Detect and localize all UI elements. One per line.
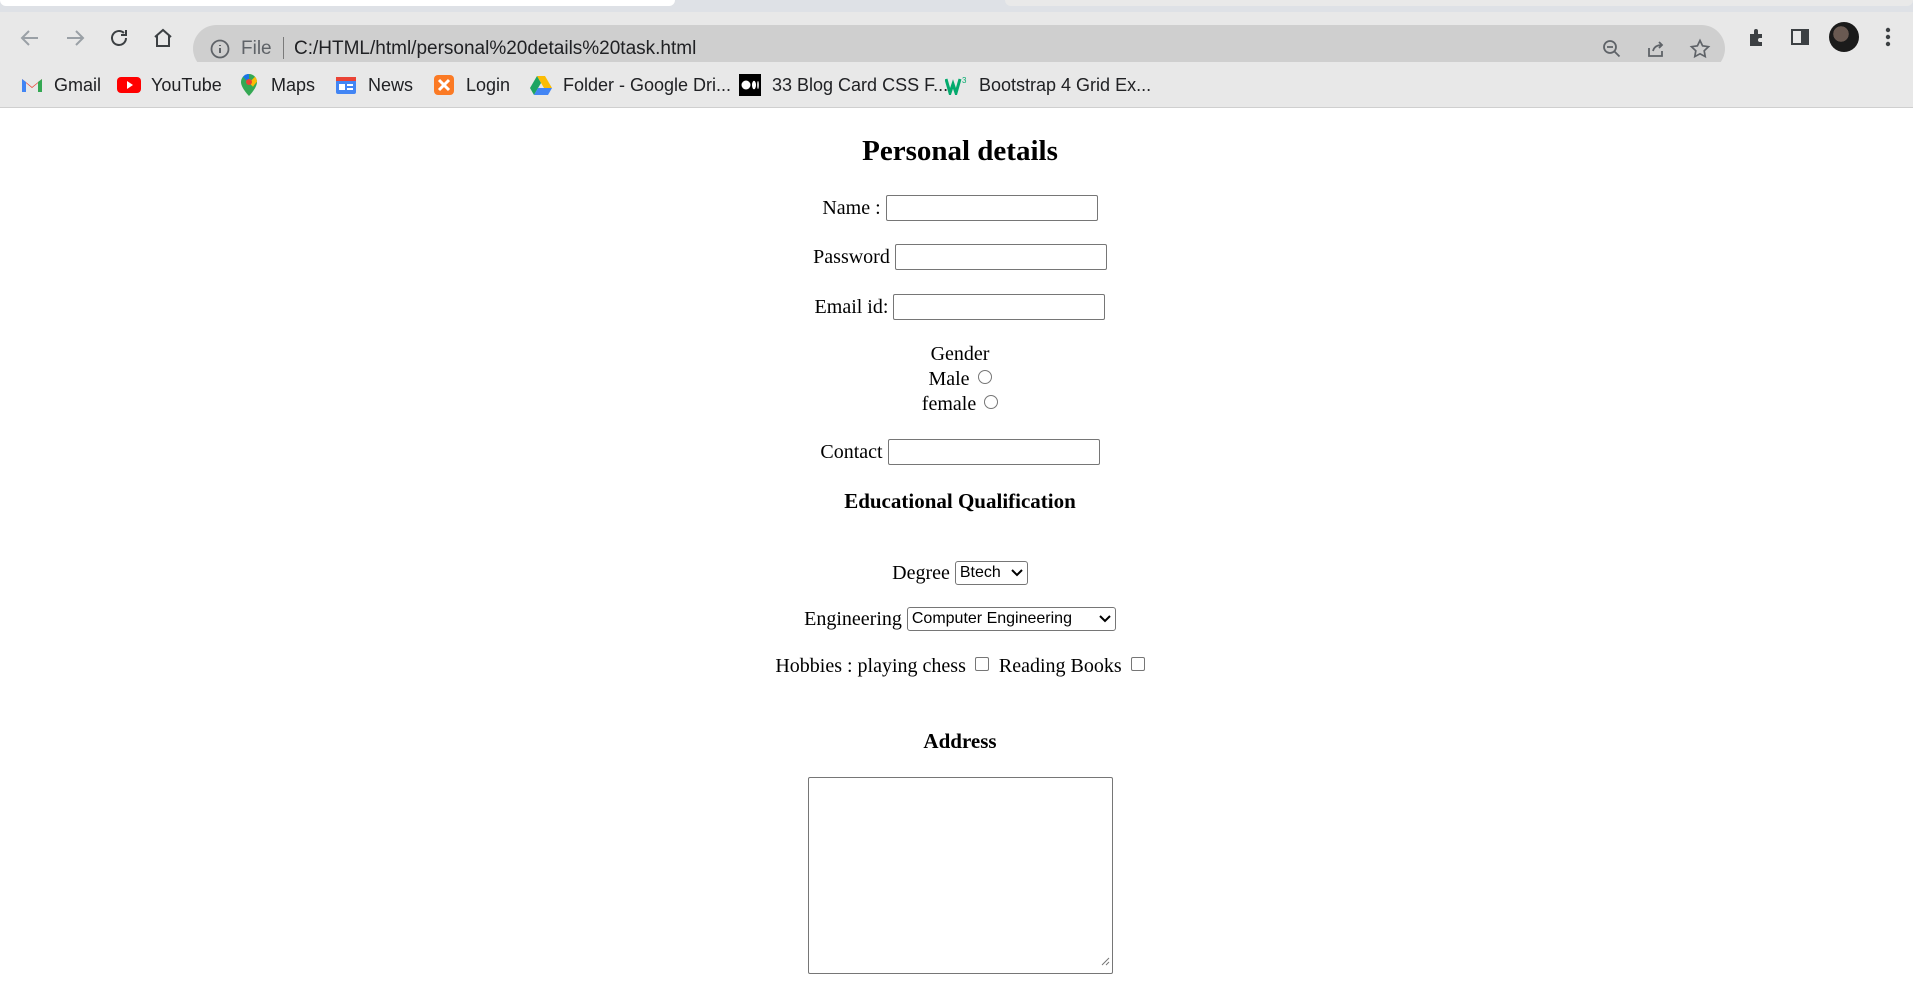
male-row: Male [0, 368, 1913, 391]
browser-toolbar: File C:/HTML/html/personal%20details%20t… [0, 12, 1913, 72]
reading-label: Reading Books [998, 655, 1122, 677]
engineering-selected-value: Computer Engineering [911, 610, 1072, 627]
bookmark-google-drive[interactable]: Folder - Google Dri... [529, 72, 731, 98]
bookmark-label: News [368, 74, 414, 95]
gender-heading-row: Gender [0, 343, 1913, 366]
contact-label: Contact [820, 440, 883, 463]
bookmark-login[interactable]: Login [432, 72, 510, 98]
degree-label: Degree [892, 561, 950, 584]
email-row: Email id: [0, 294, 1913, 320]
engineering-label: Engineering [804, 607, 902, 630]
medium-icon [738, 73, 762, 97]
bookmark-label: Gmail [54, 74, 102, 95]
url-text[interactable]: C:/HTML/html/personal%20details%20task.h… [294, 38, 696, 60]
bookmark-label: Login [466, 74, 511, 95]
female-label: female [921, 393, 977, 415]
side-panel-icon[interactable] [1787, 24, 1813, 50]
xampp-icon [432, 73, 456, 97]
menu-kebab-icon[interactable] [1875, 24, 1901, 50]
address-heading: Address [923, 729, 997, 753]
bookmark-blog-card[interactable]: 33 Blog Card CSS F... [738, 72, 948, 98]
email-label: Email id: [814, 295, 889, 318]
bookmark-label: Folder - Google Dri... [563, 74, 732, 95]
bookmark-maps[interactable]: Maps [237, 72, 315, 98]
divider [283, 37, 284, 59]
gmail-icon [20, 73, 44, 97]
password-label: Password [813, 245, 890, 268]
password-row: Password [0, 244, 1913, 270]
bookmark-youtube[interactable]: YouTube [117, 72, 222, 98]
share-icon[interactable] [1644, 37, 1668, 61]
svg-text:3: 3 [962, 76, 967, 85]
profile-avatar[interactable] [1829, 22, 1859, 52]
home-icon [154, 28, 172, 47]
contact-row: Contact [0, 439, 1913, 465]
chevron-down-icon [1007, 569, 1023, 577]
active-tab[interactable] [0, 0, 675, 6]
home-button[interactable] [149, 24, 177, 52]
email-input[interactable] [893, 294, 1106, 320]
maps-icon [237, 73, 261, 97]
scheme-label: File [241, 38, 272, 59]
gender-label: Gender [930, 343, 990, 365]
bookmark-label: Maps [271, 74, 316, 95]
reading-checkbox[interactable] [1130, 656, 1145, 671]
extensions-icon[interactable] [1744, 24, 1770, 50]
bookmark-gmail[interactable]: Gmail [20, 72, 101, 98]
forward-arrow-icon [67, 30, 85, 46]
back-arrow-icon [20, 30, 38, 46]
female-row: female [0, 393, 1913, 416]
page-title: Personal details [862, 135, 1058, 167]
resize-grip-icon[interactable] [1100, 953, 1110, 971]
site-info-icon[interactable] [209, 38, 231, 65]
news-icon [334, 73, 358, 97]
male-radio[interactable] [977, 369, 992, 384]
hobbies-label: Hobbies : playing chess [775, 655, 966, 677]
male-label: Male [928, 368, 970, 390]
bookmark-label: YouTube [151, 74, 222, 95]
bookmark-label: 33 Blog Card CSS F... [772, 74, 949, 95]
engineering-row: Engineering Computer Engineering [0, 607, 1913, 631]
name-label: Name : [822, 196, 881, 219]
forward-button[interactable] [61, 24, 89, 52]
google-drive-icon [529, 73, 553, 97]
bookmark-news[interactable]: News [334, 72, 413, 98]
password-input[interactable] [894, 244, 1107, 270]
inactive-tab[interactable] [1005, 0, 1913, 6]
reload-icon [111, 30, 127, 46]
page-content: Personal details Name : Password Email i… [0, 109, 1913, 987]
bookmarks-bar: Gmail YouTube Maps News Login Folder - G… [0, 62, 1913, 108]
reload-button[interactable] [105, 24, 133, 52]
back-button[interactable] [16, 24, 44, 52]
engineering-select[interactable]: Computer Engineering [906, 607, 1116, 631]
chess-checkbox[interactable] [974, 656, 989, 671]
chevron-down-icon [1095, 615, 1111, 623]
bookmark-label: Bootstrap 4 Grid Ex... [979, 74, 1152, 95]
education-heading: Educational Qualification [844, 489, 1076, 513]
zoom-icon[interactable] [1600, 37, 1624, 61]
female-radio[interactable] [984, 394, 999, 409]
degree-selected-value: Btech [959, 564, 1001, 581]
degree-select[interactable]: Btech [954, 561, 1028, 585]
youtube-icon [117, 73, 141, 97]
bookmark-bootstrap[interactable]: 3 Bootstrap 4 Grid Ex... [945, 72, 1151, 98]
address-textarea[interactable] [808, 777, 1113, 974]
hobbies-row: Hobbies : playing chess Reading Books [0, 655, 1913, 678]
name-input[interactable] [885, 195, 1098, 221]
contact-input[interactable] [887, 439, 1100, 465]
name-row: Name : [0, 195, 1913, 221]
bookmark-star-icon[interactable] [1688, 37, 1712, 61]
w3-icon: 3 [945, 73, 969, 97]
degree-row: Degree Btech [0, 561, 1913, 585]
